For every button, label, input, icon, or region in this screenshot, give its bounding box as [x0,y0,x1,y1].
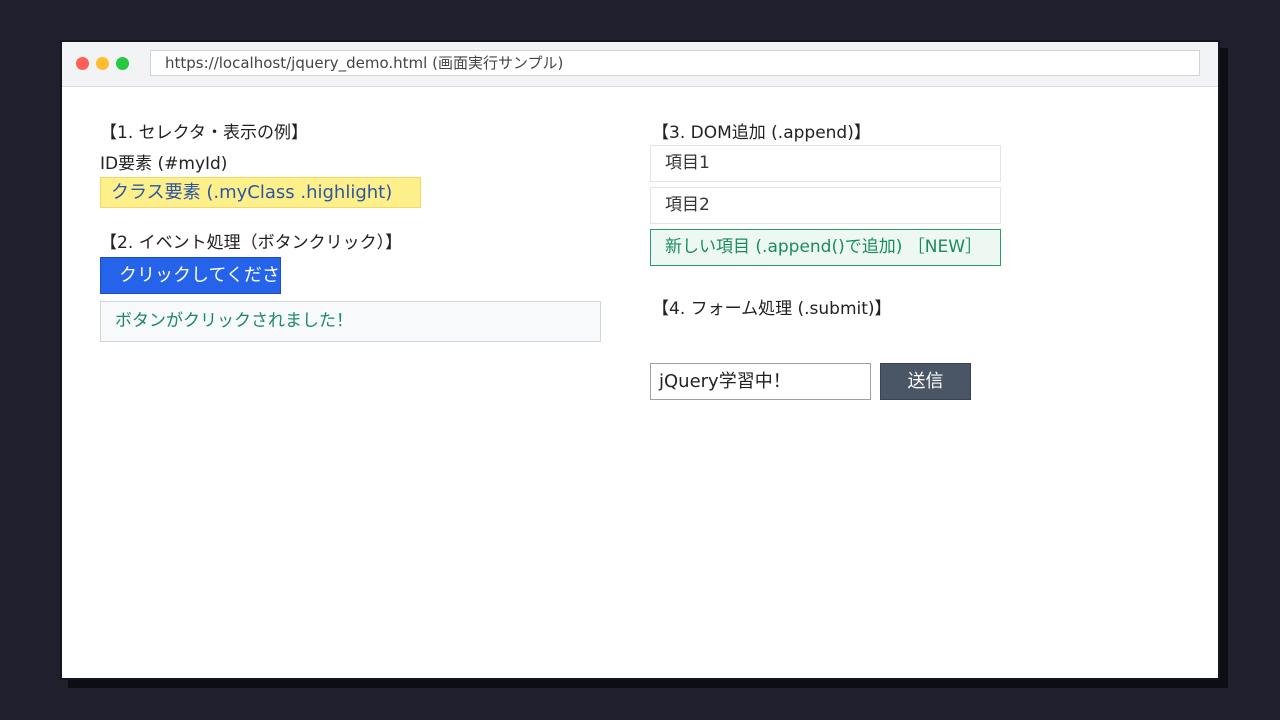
section4-heading: 【4. フォーム処理 (.submit)】 [652,299,892,319]
form-text-input[interactable]: jQuery学習中！ [650,363,871,400]
minimize-window-icon[interactable] [96,57,109,70]
list-item: 項目1 [650,145,1001,182]
close-window-icon[interactable] [76,57,89,70]
id-element-text: ID要素 (#myId) [100,154,228,174]
list-item-new: 新しい項目 (.append()で追加) ［NEW］ [650,229,1001,266]
click-button[interactable]: クリックしてください [100,257,281,294]
section1-heading: 【1. セレクタ・表示の例】 [100,123,308,143]
section2-heading: 【2. イベント処理（ボタンクリック）】 [100,233,403,253]
list-item: 項目2 [650,187,1001,224]
section3-heading: 【3. DOM追加 (.append)】 [652,123,871,143]
maximize-window-icon[interactable] [116,57,129,70]
submit-button[interactable]: 送信 [880,363,971,400]
page-content: 【1. セレクタ・表示の例】 ID要素 (#myId) クラス要素 (.myCl… [62,88,1218,678]
click-result-message: ボタンがクリックされました！ [100,301,601,342]
address-bar[interactable]: https://localhost/jquery_demo.html (画面実行… [150,50,1200,76]
browser-window: https://localhost/jquery_demo.html (画面実行… [60,40,1220,680]
title-bar: https://localhost/jquery_demo.html (画面実行… [62,42,1218,87]
class-element-highlight: クラス要素 (.myClass .highlight) [100,177,421,208]
